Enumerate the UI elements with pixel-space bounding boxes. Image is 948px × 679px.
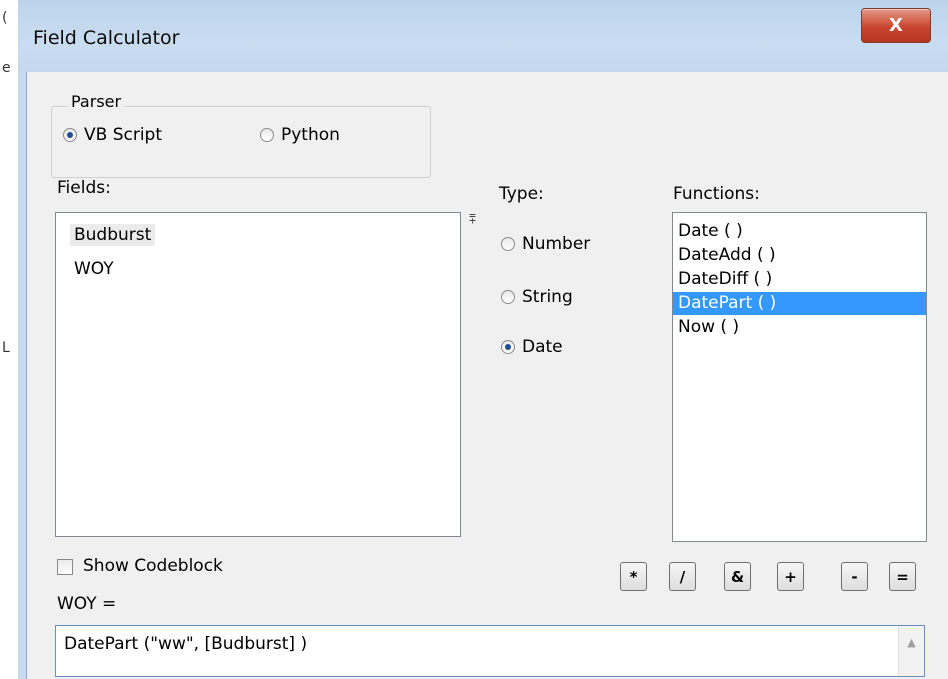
function-item-now[interactable]: Now ( ) [673,316,926,339]
radio-label: String [522,287,573,307]
radio-date[interactable]: Date [501,337,563,357]
close-icon: X [889,15,903,36]
expression-editor[interactable]: DatePart ("ww", [Budburst] ) ▲ [55,625,925,677]
window-title: Field Calculator [33,27,180,49]
radio-string[interactable]: String [501,287,573,307]
radio-checked-icon [501,340,515,354]
functions-label: Functions: [673,184,760,204]
title-bar[interactable]: Field Calculator X [18,0,948,72]
radio-unchecked-icon [260,128,274,142]
chevron-up-icon[interactable]: ▲ [898,626,924,676]
fields-listbox[interactable]: Budburst WOY [55,212,461,537]
radio-python[interactable]: Python [260,125,340,145]
background-glyph: L [2,340,10,356]
radio-unchecked-icon [501,290,515,304]
function-item-date[interactable]: Date ( ) [673,220,926,243]
radio-vb-script[interactable]: VB Script [63,125,162,145]
dialog-body: Parser VB Script Python Fields: Budburst… [26,72,948,679]
plus-button[interactable]: + [777,562,804,591]
functions-listbox[interactable]: Date ( ) DateAdd ( ) DateDiff ( ) DatePa… [672,212,927,542]
field-calculator-dialog: Field Calculator X Parser VB Script Pyth… [18,0,948,679]
function-item-datediff[interactable]: DateDiff ( ) [673,268,926,291]
target-field-label: WOY = [57,594,117,614]
radio-label: Python [281,125,340,145]
minus-button[interactable]: - [841,562,868,591]
radio-label: VB Script [84,125,163,145]
function-item-dateadd[interactable]: DateAdd ( ) [673,244,926,267]
type-label: Type: [499,184,544,204]
radio-checked-icon [63,128,77,142]
radio-label: Number [522,234,591,254]
radio-unchecked-icon [501,237,515,251]
radio-number[interactable]: Number [501,234,590,254]
divide-button[interactable]: / [669,562,696,591]
multiply-button[interactable]: * [620,562,647,591]
background-glyph: ( [2,10,8,26]
expression-text: DatePart ("ww", [Budburst] ) [64,634,308,654]
field-item-budburst[interactable]: Budburst [70,224,156,246]
fields-label: Fields: [57,178,111,198]
radio-label: Date [522,337,563,357]
function-item-datepart[interactable]: DatePart ( ) [673,292,926,315]
show-codeblock-checkbox[interactable] [57,559,73,575]
background-glyph: e [2,60,11,76]
show-codeblock-label: Show Codeblock [83,556,223,576]
background-window-edge: ( e L [0,0,18,679]
equals-button[interactable]: = [889,562,916,591]
parser-group-label: Parser [67,92,126,111]
ampersand-button[interactable]: & [724,562,751,591]
field-item-woy[interactable]: WOY [70,258,118,280]
sort-icon[interactable]: ⩱ [469,212,476,227]
close-button[interactable]: X [861,8,931,43]
